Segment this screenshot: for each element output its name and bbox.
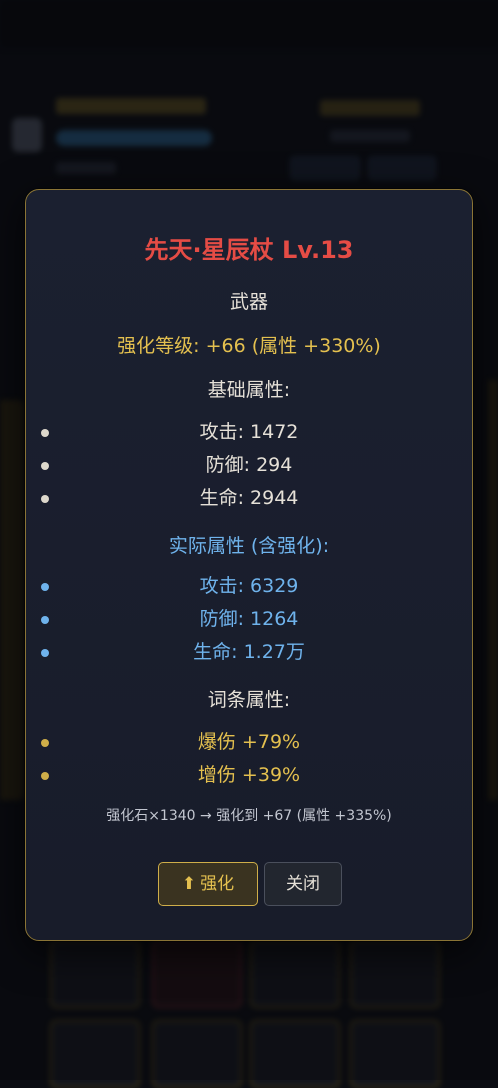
actual-stat-defense: 防御: 1264 (26, 603, 472, 636)
arrow-up-icon: ⬆ (181, 874, 197, 894)
enhance-button-label: 强化 (200, 874, 235, 894)
actual-stat-attack: 攻击: 6329 (26, 570, 472, 603)
enhance-cost-text: 强化石×1340 → 强化到 +67 (属性 +335%) (106, 808, 392, 824)
actual-stats-heading: 实际属性 (含强化): (168, 535, 330, 557)
bullet-icon (41, 772, 49, 780)
bullet-icon (41, 429, 49, 437)
affix-stat-damage-bonus: 增伤 +39% (26, 759, 472, 792)
bullet-icon (41, 649, 49, 657)
actual-stats-list: 攻击: 6329 防御: 1264 生命: 1.27万 (26, 570, 472, 669)
affix-stat-crit-damage: 爆伤 +79% (26, 726, 472, 759)
item-category: 武器 (229, 291, 268, 313)
base-stat-defense: 防御: 294 (26, 449, 472, 482)
enhance-level: 强化等级: +66 (属性 +330%) (117, 335, 381, 357)
base-stats-list: 攻击: 1472 防御: 294 生命: 2944 (26, 416, 472, 515)
bullet-icon (41, 616, 49, 624)
bullet-icon (41, 583, 49, 591)
item-title: 先天·星辰杖 Lv.13 (144, 236, 354, 264)
item-detail-modal: 先天·星辰杖 Lv.13 武器 强化等级: +66 (属性 +330%) 基础属… (25, 189, 473, 941)
close-button[interactable]: 关闭 (264, 862, 342, 906)
actual-stat-hp: 生命: 1.27万 (26, 636, 472, 669)
affix-stats-heading: 词条属性: (207, 689, 291, 711)
bullet-icon (41, 462, 49, 470)
bullet-icon (41, 739, 49, 747)
base-stats-heading: 基础属性: (207, 379, 291, 401)
base-stat-hp: 生命: 2944 (26, 482, 472, 515)
base-stat-attack: 攻击: 1472 (26, 416, 472, 449)
affix-stats-list: 爆伤 +79% 增伤 +39% (26, 726, 472, 792)
bullet-icon (41, 495, 49, 503)
enhance-button[interactable]: ⬆ 强化 (158, 862, 258, 906)
